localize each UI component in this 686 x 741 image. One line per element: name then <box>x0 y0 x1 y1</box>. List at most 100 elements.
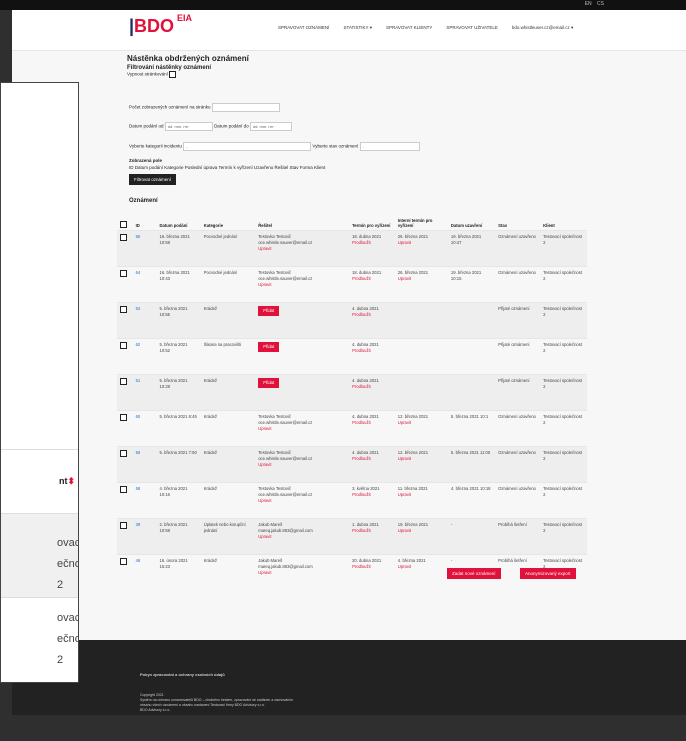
bdo-logo[interactable]: |BDO <box>129 16 174 37</box>
edit-link[interactable]: Upravit <box>398 564 445 570</box>
edit-link[interactable]: Upravit <box>398 456 445 462</box>
row-deadline: 4. dubna 2021 Prodloužit <box>349 338 395 375</box>
extend-link[interactable]: Prodloužit <box>352 312 392 318</box>
header-id[interactable]: ID <box>133 208 157 231</box>
nav-item-users[interactable]: SPRAVOVAT UŽIVATELE <box>446 25 498 31</box>
row-checkbox[interactable] <box>117 554 133 590</box>
nav-item-statistics[interactable]: STATISTIKY ▾ <box>343 25 372 31</box>
row-closed <box>447 338 496 375</box>
table-row: 61 5. března 2021 10:28 Krádež Přidat 4.… <box>117 374 587 411</box>
paging-checkbox[interactable] <box>169 71 177 78</box>
header-deadline[interactable]: Termín pro vyřízení <box>349 208 395 231</box>
header-solver[interactable]: Řešitel <box>255 208 349 231</box>
row-deadline: 18. dubna 2021 Prodloužit <box>349 230 395 267</box>
row-internal: 11. března 2021 Upravit <box>394 482 448 519</box>
header-date[interactable]: Datum podání <box>157 208 201 231</box>
filter-button[interactable]: Filtrovat oznámení <box>129 174 177 185</box>
popup-cell-2: ovacíečnost 2 <box>57 612 78 666</box>
state-select[interactable]: - <box>359 142 420 151</box>
row-id[interactable]: 39 <box>132 518 157 555</box>
row-checkbox[interactable] <box>117 482 133 519</box>
extend-link[interactable]: Prodloužit <box>352 240 392 246</box>
add-solver-button[interactable]: Přidat <box>258 306 280 316</box>
row-id[interactable]: 65 <box>132 230 157 267</box>
nav-item-clients[interactable]: SPRAVOVAT KLIENTY <box>386 25 432 31</box>
edit-link[interactable]: Upravit <box>258 246 346 252</box>
edit-link[interactable]: Upravit <box>258 570 346 576</box>
extend-link[interactable]: Prodloužit <box>352 420 392 426</box>
date-from-input[interactable]: dd. mm. rrrr <box>164 122 213 131</box>
row-checkbox[interactable] <box>117 302 133 339</box>
row-id[interactable]: 60 <box>132 410 157 447</box>
row-deadline: 4. dubna 2021 Prodloužit <box>349 374 395 411</box>
row-checkbox[interactable] <box>117 266 133 303</box>
edit-link[interactable]: Upravit <box>398 240 445 246</box>
lang-en[interactable]: EN <box>585 1 592 7</box>
row-checkbox[interactable] <box>117 338 133 375</box>
row-closed: - <box>447 554 496 590</box>
row-category: Šikana na pracovišti <box>200 338 256 375</box>
row-closed: 5. března 2021 10:1 <box>447 410 496 447</box>
extend-link[interactable]: Prodloužit <box>352 348 392 354</box>
row-checkbox[interactable] <box>117 374 133 411</box>
header-client[interactable]: Klient <box>540 208 587 231</box>
header-category[interactable]: Kategorie <box>201 208 255 231</box>
shown-fields-checkboxes[interactable]: ID Datum podání Kategorie Poslední úprav… <box>129 165 325 170</box>
extend-link[interactable]: Prodloužit <box>352 456 392 462</box>
row-id[interactable]: 61 <box>132 374 157 411</box>
category-select[interactable]: - <box>183 142 312 151</box>
row-id[interactable]: 64 <box>132 266 157 303</box>
add-solver-button[interactable]: Přidat <box>258 342 280 352</box>
table-row: 63 5. března 2021 10:55 Krádež Přidat 4.… <box>117 302 587 339</box>
row-checkbox[interactable] <box>117 518 133 555</box>
extend-link[interactable]: Prodloužit <box>352 528 392 534</box>
edit-link[interactable]: Upravit <box>398 276 445 282</box>
header-internal[interactable]: Interní termín pro vyřízení <box>395 208 448 231</box>
date-row: Datum podání od dd. mm. rrrr Datum podán… <box>129 122 292 131</box>
row-date: 5. března 2021 10:52 <box>156 338 201 375</box>
edit-link[interactable]: Upravit <box>398 420 445 426</box>
select-row: Vyberte kategorii incidentu - Vyberte st… <box>129 142 420 151</box>
notifications-table: ID Datum podání Kategorie Řešitel Termín… <box>117 208 587 590</box>
row-checkbox[interactable] <box>117 410 133 447</box>
row-internal: 12. března 2021 Upravit <box>394 446 448 483</box>
nav-item-account[interactable]: bdo.whistleuser.cz@email.cz ▾ <box>512 25 573 31</box>
footer-title[interactable]: Pokyn zpracování a ochrany osobních údaj… <box>140 672 225 677</box>
date-to-input[interactable]: dd. mm. rrrr <box>249 122 292 131</box>
edit-link[interactable]: Upravit <box>398 492 445 498</box>
add-solver-button[interactable]: Přidat <box>258 378 280 388</box>
row-id[interactable]: 62 <box>132 338 157 375</box>
edit-link[interactable]: Upravit <box>258 462 346 468</box>
nav-item-notifications[interactable]: SPRAVOVAT OZNÁMENÍ <box>278 25 329 31</box>
row-internal: 26. března 2021 Upravit <box>394 266 448 303</box>
edit-link[interactable]: Upravit <box>258 498 346 504</box>
sort-label[interactable]: nt⬍ <box>59 476 75 487</box>
extend-link[interactable]: Prodloužit <box>352 276 392 282</box>
header-state[interactable]: Stav <box>495 208 540 231</box>
edit-link[interactable]: Upravit <box>258 282 346 288</box>
row-checkbox[interactable] <box>117 446 133 483</box>
extend-link[interactable]: Prodloužit <box>352 384 392 390</box>
row-date: 5. března 2021 10:55 <box>156 302 201 339</box>
row-solver: Testovka Testovič oce.whistle.sauver@emai… <box>255 230 350 267</box>
extend-link[interactable]: Prodloužit <box>352 492 392 498</box>
select-all-checkbox[interactable] <box>117 208 133 231</box>
row-id[interactable]: 46 <box>132 554 157 590</box>
header-closed[interactable]: Datum uzavření <box>448 208 495 231</box>
edit-link[interactable]: Upravit <box>398 528 445 534</box>
row-category: Krádež <box>200 302 256 339</box>
edit-link[interactable]: Upravit <box>258 426 346 432</box>
paging-toggle[interactable]: Vypnout stránkování <box>127 71 599 78</box>
row-id[interactable]: 59 <box>132 446 157 483</box>
table-row: 62 5. března 2021 10:52 Šikana na pracov… <box>117 338 587 375</box>
edit-link[interactable]: Upravit <box>258 534 346 540</box>
row-id[interactable]: 58 <box>132 482 157 519</box>
per-page-input[interactable] <box>211 103 280 112</box>
row-state: Oznámení uzavřeno <box>495 410 541 447</box>
lang-cs[interactable]: CS <box>597 1 604 7</box>
main-nav: SPRAVOVAT OZNÁMENÍ STATISTIKY ▾ SPRAVOVA… <box>278 25 573 31</box>
row-id[interactable]: 63 <box>132 302 157 339</box>
row-solver: Testovka Testovič oce.whistle.sauver@emai… <box>255 446 350 483</box>
extend-link[interactable]: Prodloužit <box>352 564 392 570</box>
row-checkbox[interactable] <box>117 230 133 267</box>
